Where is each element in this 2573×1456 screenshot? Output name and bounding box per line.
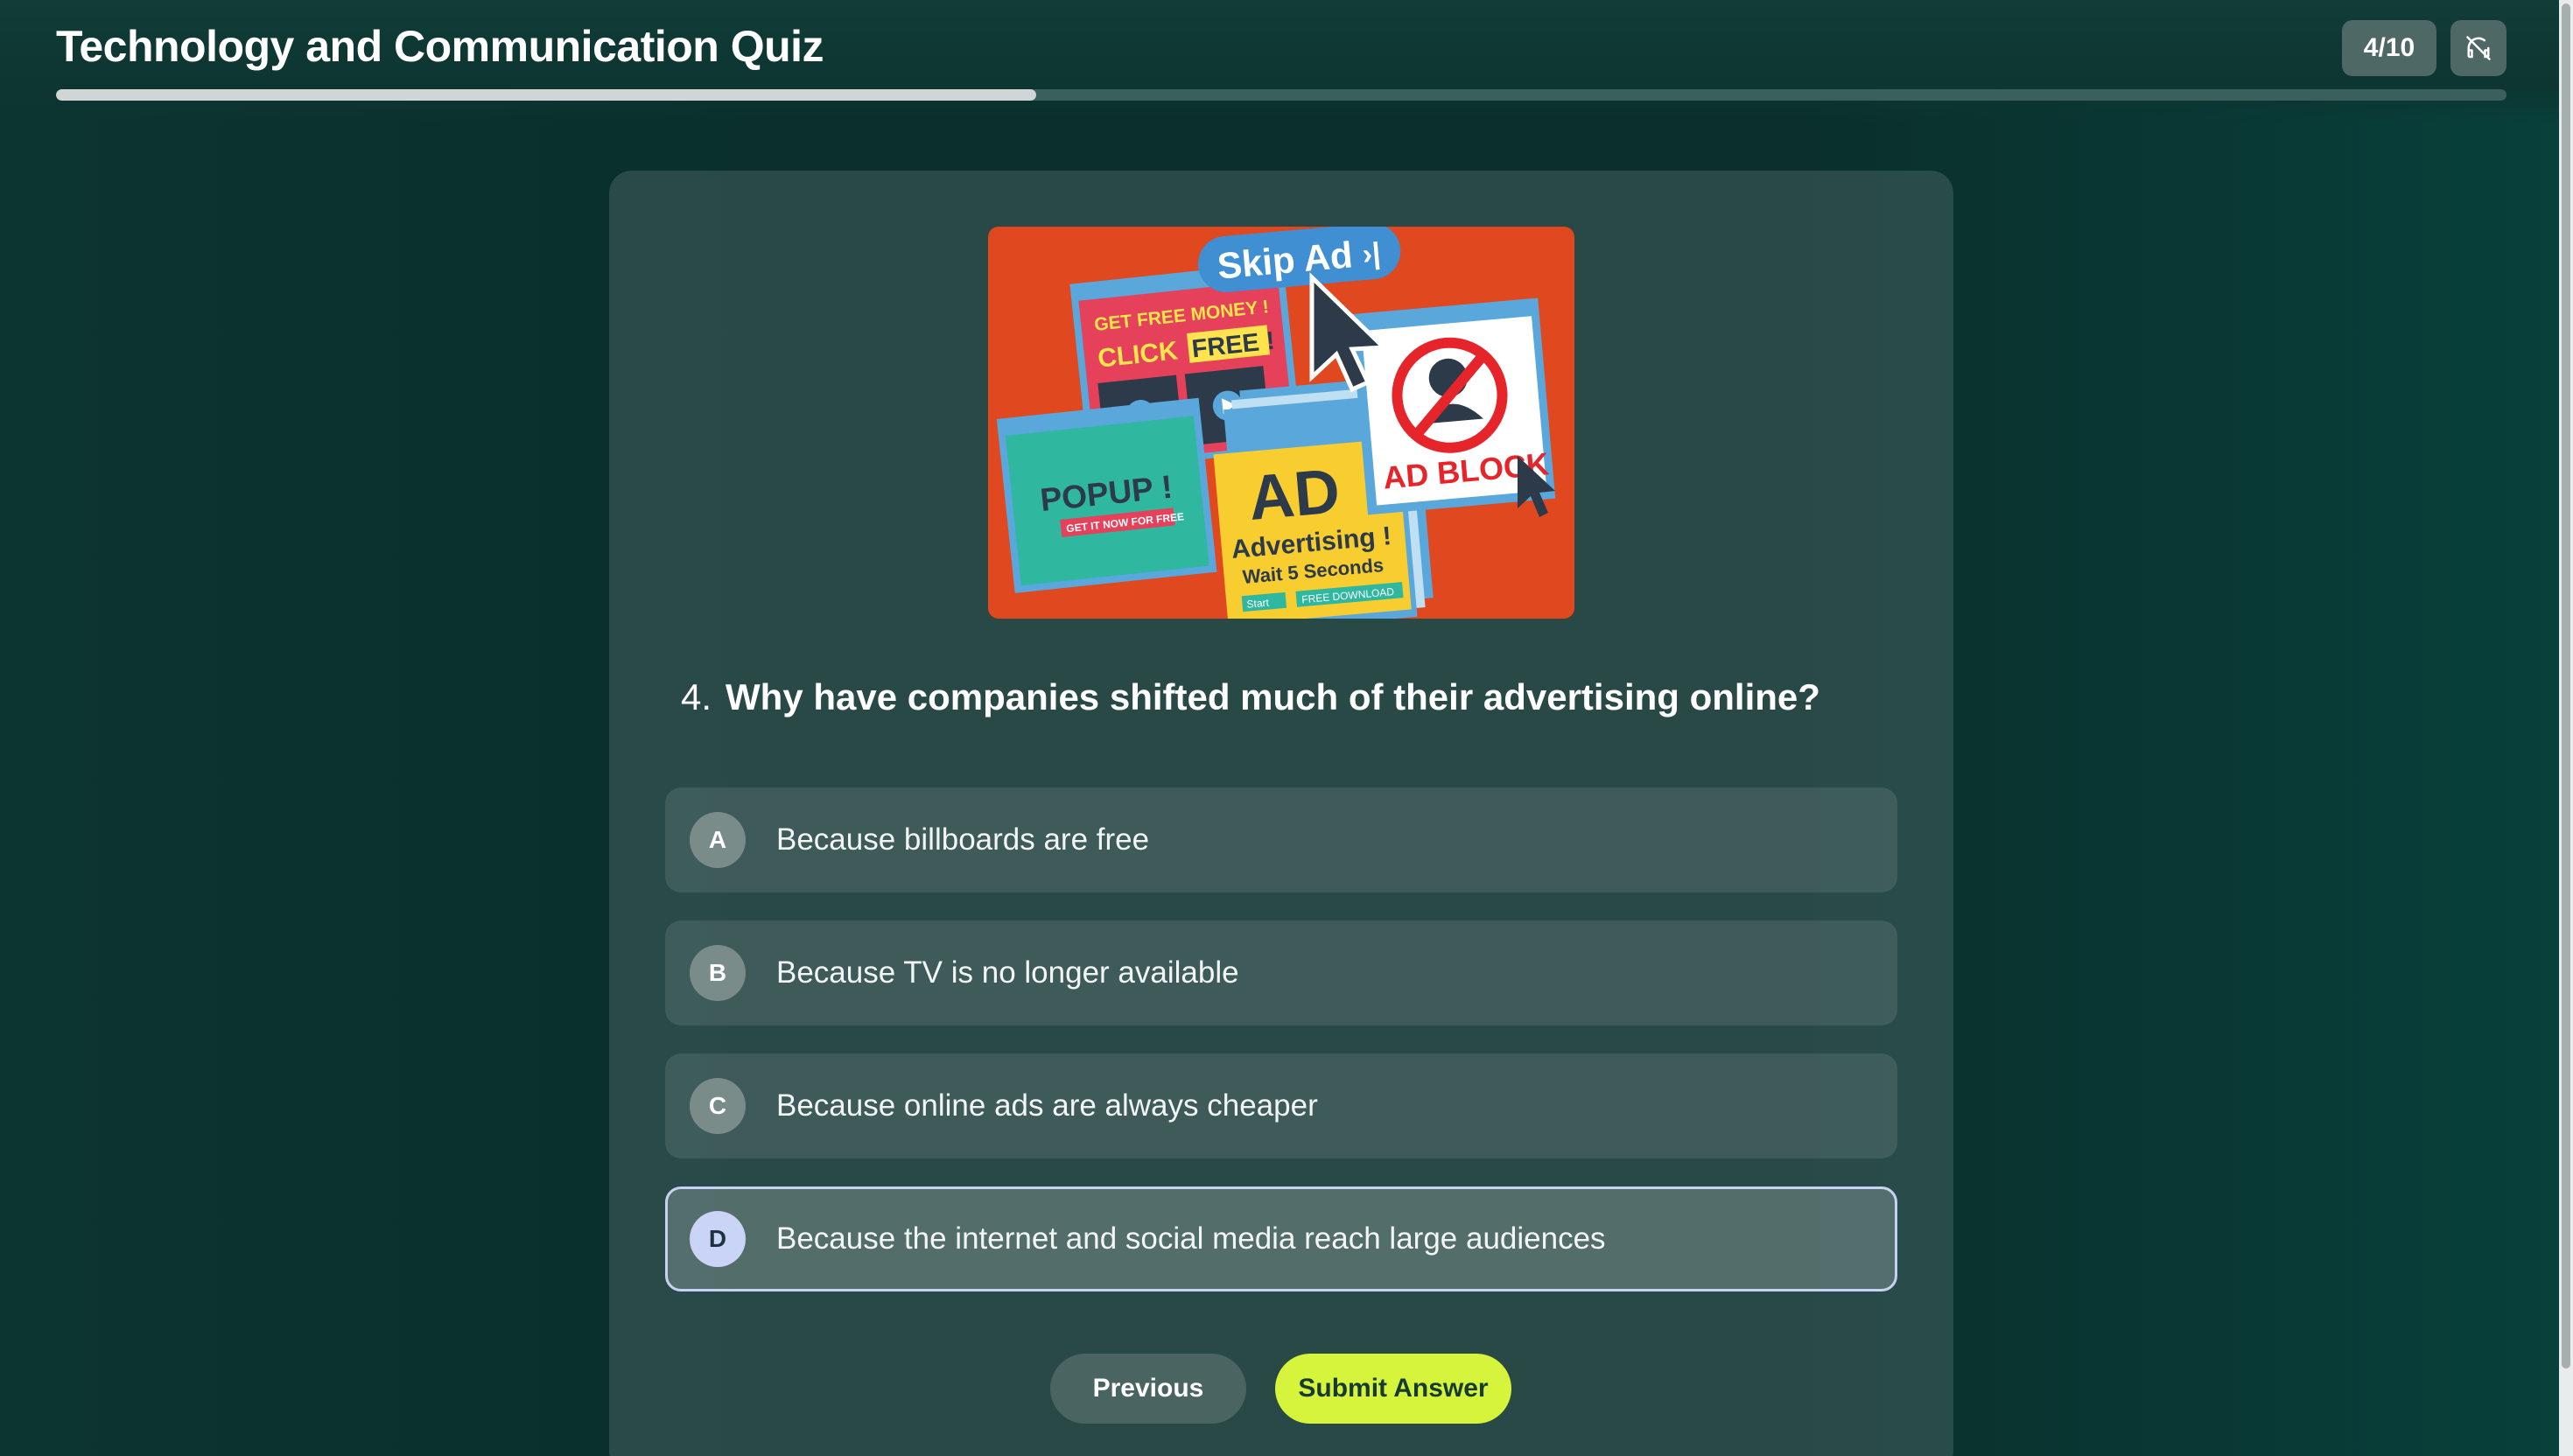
option-text: Because online ads are always cheaper	[776, 1088, 1318, 1123]
answer-option-a[interactable]: A Because billboards are free	[665, 788, 1897, 892]
skip-arrow-glyph: ›|	[1361, 236, 1382, 271]
question-text: 4. Why have companies shifted much of th…	[681, 676, 1889, 718]
start-text: Start	[1246, 597, 1270, 611]
question-illustration: GET FREE MONEY ! CLICK FREE ! POPUP ! GE…	[988, 227, 1574, 619]
option-letter: C	[690, 1078, 746, 1134]
option-letter: A	[690, 812, 746, 868]
scrollbar-thumb[interactable]	[2562, 4, 2570, 1368]
answer-option-b[interactable]: B Because TV is no longer available	[665, 920, 1897, 1026]
submit-answer-button[interactable]: Submit Answer	[1275, 1354, 1511, 1424]
audio-off-icon	[2466, 36, 2491, 60]
question-counter: 4/10	[2342, 20, 2436, 76]
progress-bar	[56, 89, 2506, 101]
progress-fill	[56, 89, 1036, 101]
option-text: Because billboards are free	[776, 822, 1150, 857]
audio-toggle-button[interactable]	[2450, 20, 2506, 76]
option-text: Because TV is no longer available	[776, 956, 1239, 990]
question-prompt: Why have companies shifted much of their…	[726, 676, 1820, 718]
question-card: GET FREE MONEY ! CLICK FREE ! POPUP ! GE…	[609, 171, 1953, 1456]
answer-option-d[interactable]: D Because the internet and social media …	[665, 1186, 1897, 1292]
question-number: 4.	[681, 676, 712, 718]
answer-option-c[interactable]: C Because online ads are always cheaper	[665, 1054, 1897, 1158]
option-letter: B	[690, 945, 746, 1001]
quiz-title: Technology and Communication Quiz	[56, 22, 824, 71]
quiz-header: Technology and Communication Quiz 4/10	[0, 0, 2559, 122]
previous-button[interactable]: Previous	[1050, 1354, 1246, 1424]
option-text: Because the internet and social media re…	[776, 1222, 1606, 1256]
page-scrollbar[interactable]	[2559, 0, 2573, 1456]
ad-big-text: AD	[1246, 456, 1343, 534]
option-letter: D	[690, 1211, 746, 1267]
